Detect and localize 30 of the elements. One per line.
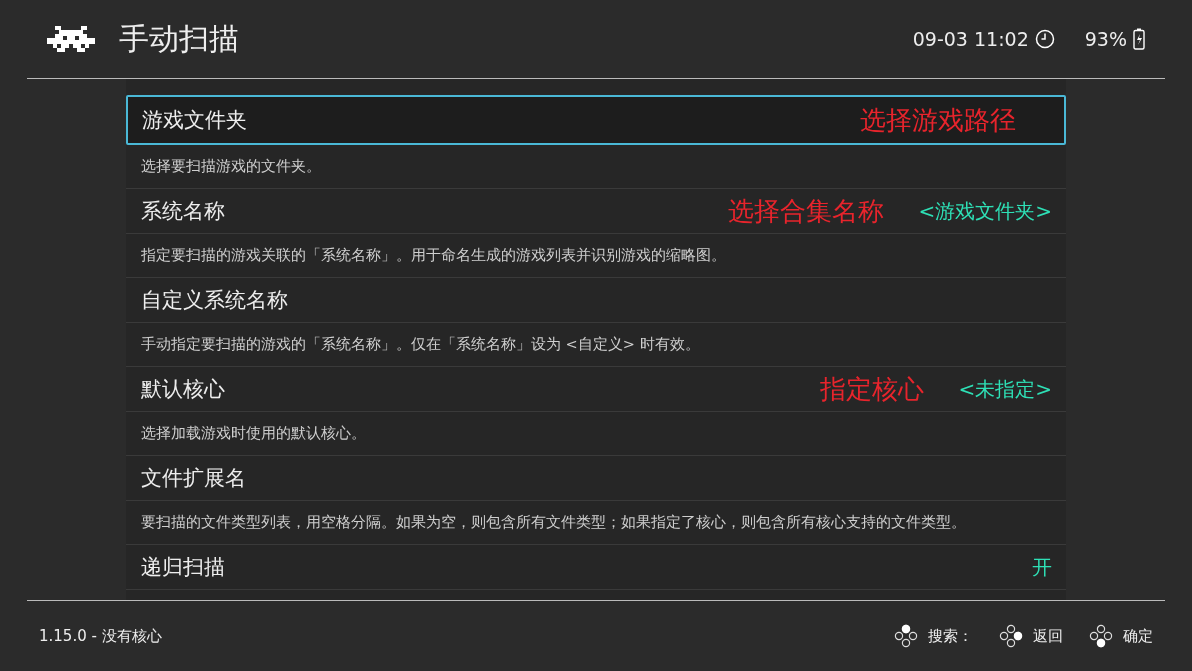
battery-charging-icon xyxy=(1133,28,1145,50)
item-description: 选择加载游戏时使用的默认核心。 xyxy=(141,424,366,443)
gamepad-buttons-icon xyxy=(894,624,918,648)
annotation-text: 选择游戏路径 xyxy=(860,103,1016,137)
item-description: 指定要扫描的游戏关联的「系统名称」。用于命名生成的游戏列表并识别游戏的缩略图。 xyxy=(141,246,726,265)
annotation-text: 指定核心 xyxy=(820,372,925,406)
date-time: 09-03 11:02 xyxy=(912,28,1029,50)
setting-value: <未指定> xyxy=(958,375,1052,403)
gamepad-buttons-icon xyxy=(999,624,1023,648)
button-hint: 搜索： xyxy=(928,626,973,646)
setting-value: <游戏文件夹> xyxy=(918,197,1052,225)
clock-icon xyxy=(1034,29,1055,49)
menu-item[interactable]: 文件扩展名 xyxy=(126,456,1066,501)
item-description: 要扫描的文件类型列表，用空格分隔。如果为空，则包含所有文件类型；如果指定了核心，则包含所有核心支持的文件类型。 xyxy=(141,513,966,532)
menu-item[interactable]: 系统名称 选择合集名称 <游戏文件夹> xyxy=(126,189,1066,234)
button-hint: 返回 xyxy=(1033,626,1063,646)
menu-item[interactable]: 递归扫描 开 xyxy=(126,545,1066,590)
annotation-text: 选择合集名称 xyxy=(728,194,885,228)
space-invader-logo xyxy=(47,26,95,52)
battery-percent: 93% xyxy=(1084,28,1127,50)
menu-item[interactable]: 游戏文件夹 选择游戏路径 xyxy=(126,95,1066,145)
version-status: 1.15.0 - 没有核心 xyxy=(39,626,163,646)
setting-value: 开 xyxy=(1032,553,1052,581)
item-description: 选择要扫描游戏的文件夹。 xyxy=(141,157,321,176)
menu-item[interactable]: 默认核心 指定核心 <未指定> xyxy=(126,367,1066,412)
menu-item[interactable]: 自定义系统名称 xyxy=(126,278,1066,323)
page-title: 手动扫描 xyxy=(119,19,240,58)
gamepad-buttons-icon xyxy=(1089,624,1113,648)
button-hint: 确定 xyxy=(1123,626,1153,646)
item-description: 手动指定要扫描的游戏的「系统名称」。仅在「系统名称」设为 <自定义> 时有效。 xyxy=(141,335,700,354)
